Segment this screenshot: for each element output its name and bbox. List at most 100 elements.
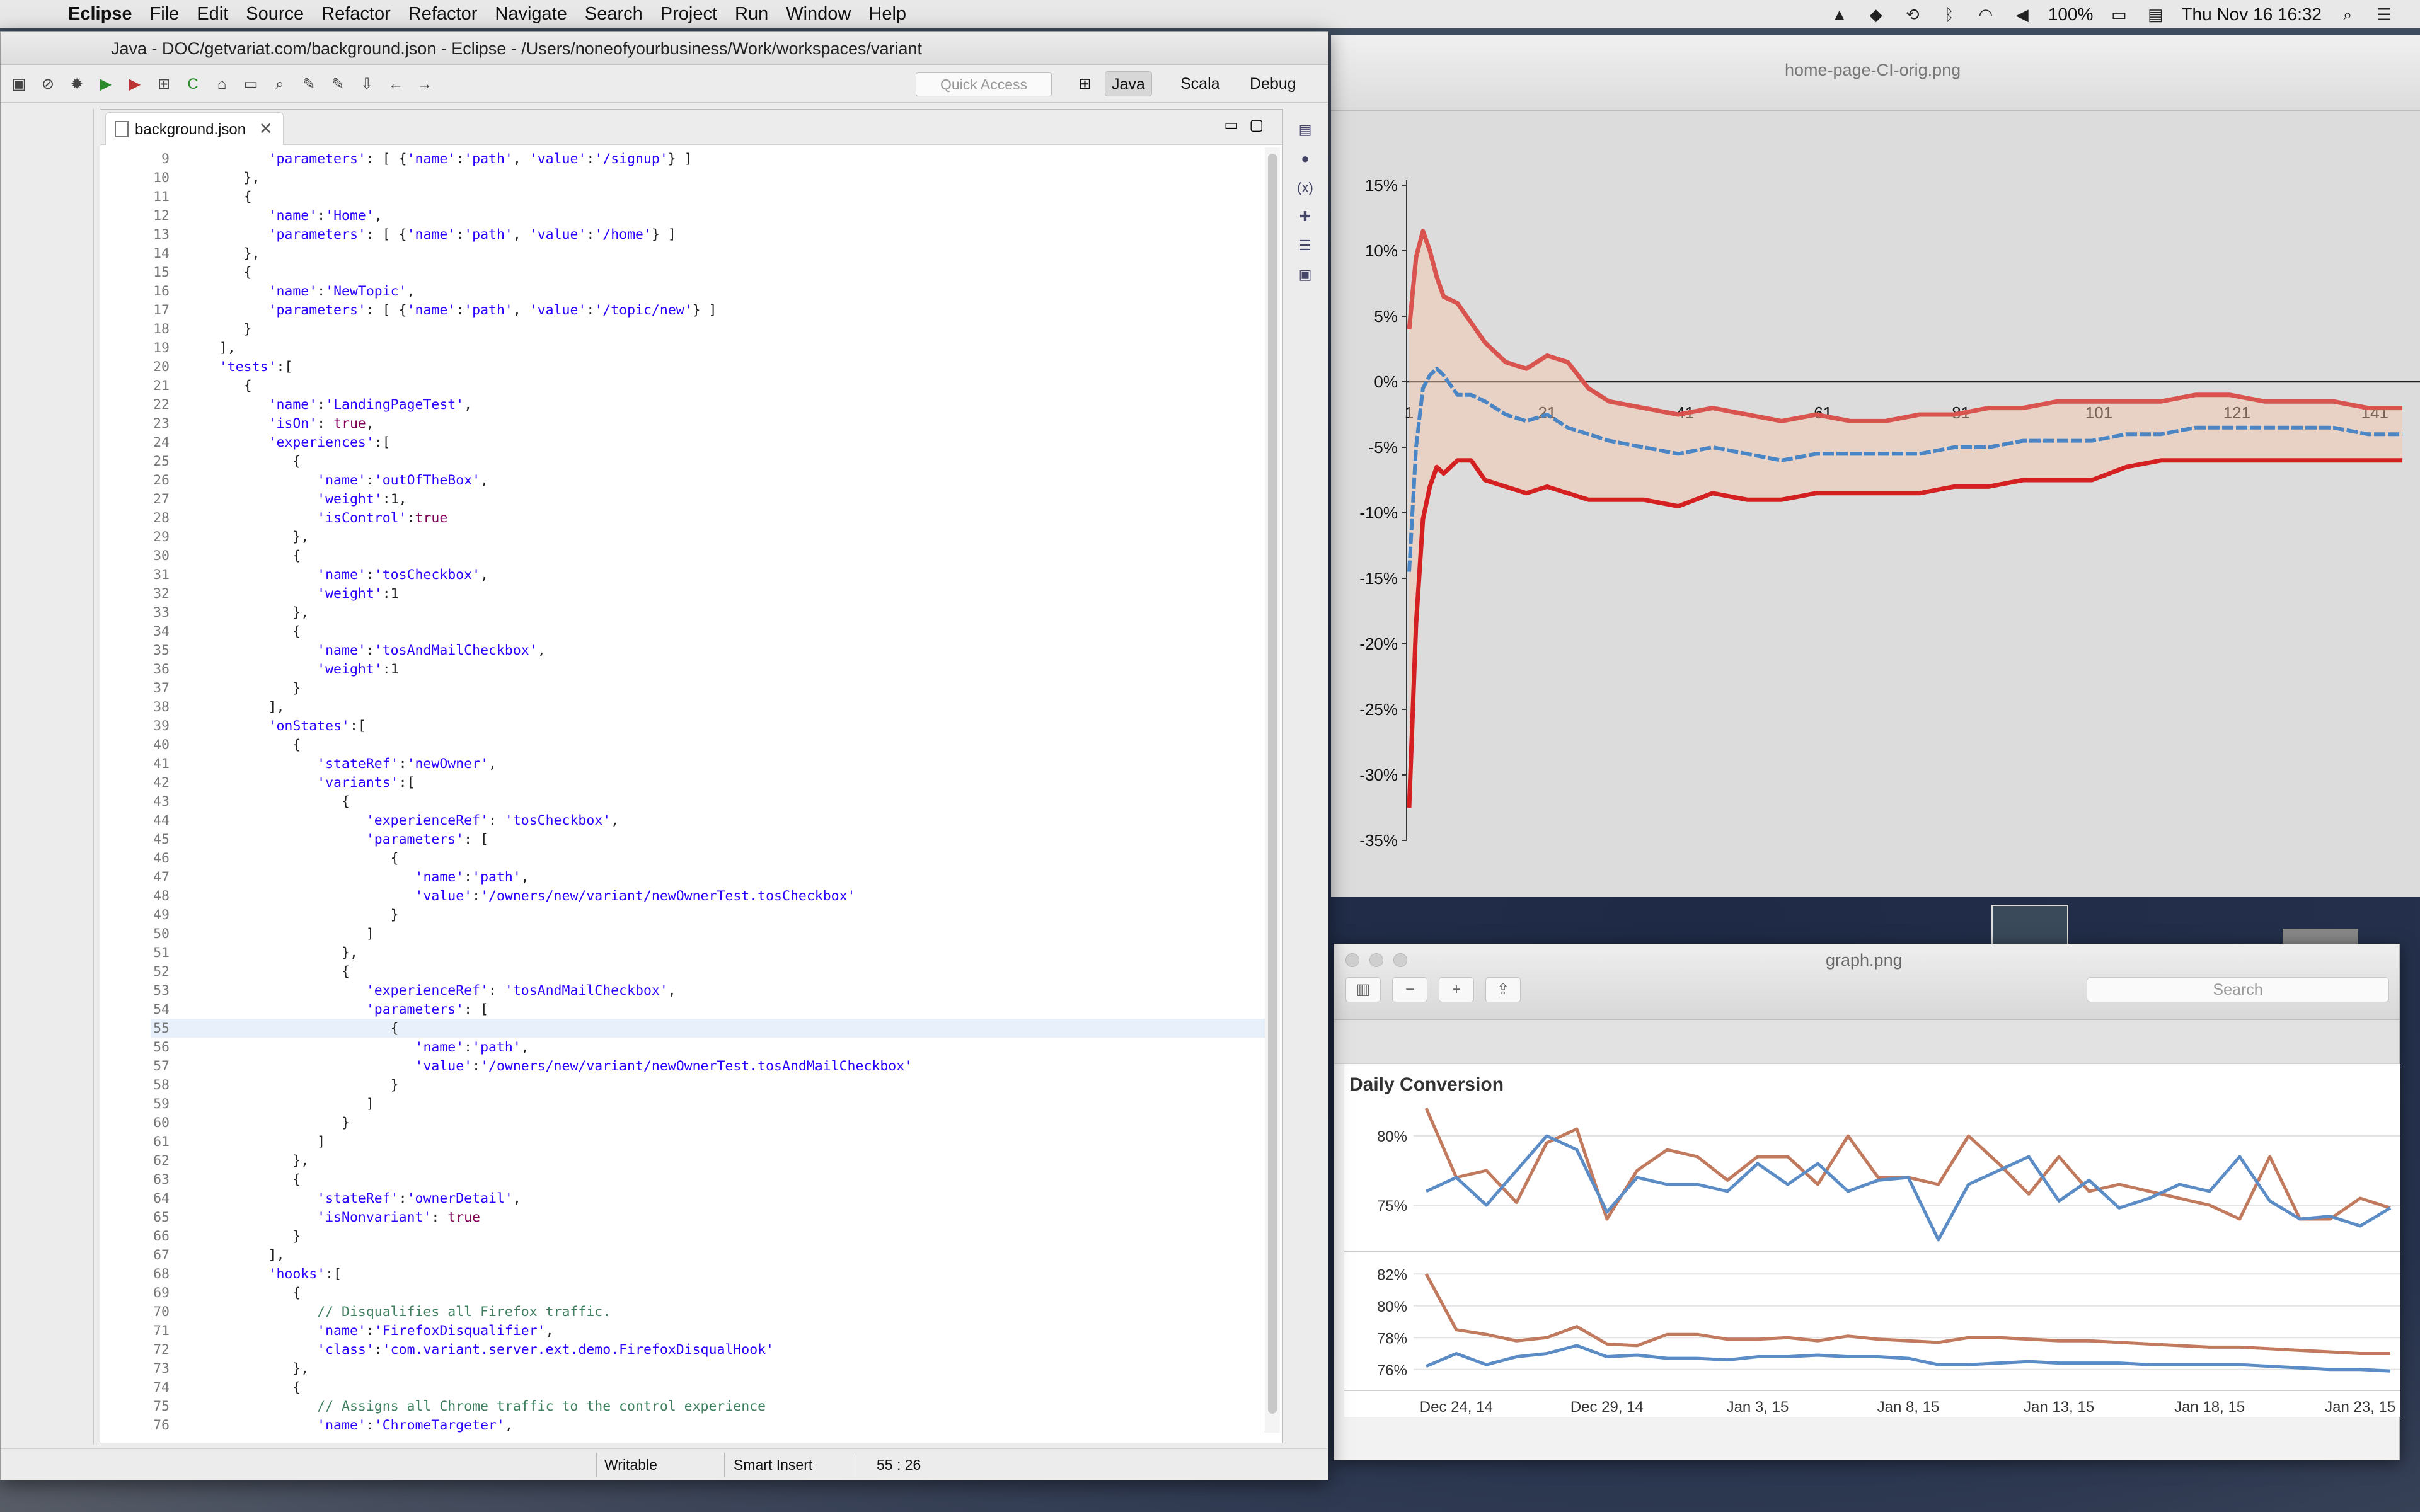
desktop-thumbnail[interactable] <box>1991 905 2068 946</box>
perspective-java[interactable]: Java <box>1105 71 1152 96</box>
open-folder-icon[interactable]: ▭ <box>240 74 262 95</box>
perspective-scala[interactable]: Scala <box>1174 71 1226 96</box>
console-icon[interactable]: ▣ <box>1294 266 1316 288</box>
code-line[interactable]: { <box>195 850 399 866</box>
annotation-icon[interactable]: ✎ <box>327 74 349 95</box>
bluetooth-icon[interactable]: ᛒ <box>1939 5 1960 24</box>
code-line[interactable]: { <box>195 794 350 810</box>
menu-source[interactable]: Source <box>246 4 304 25</box>
code-line[interactable]: 'parameters': [ <box>195 1002 488 1017</box>
preview-search-input[interactable]: Search <box>2087 977 2389 1002</box>
code-line[interactable]: ], <box>195 340 236 356</box>
code-line[interactable]: 'variants':[ <box>195 775 415 791</box>
restore-icon[interactable]: ▤ <box>1294 122 1316 143</box>
code-line[interactable]: 'value':'/owners/new/variant/newOwnerTes… <box>195 888 856 904</box>
breakpoints-icon[interactable]: ● <box>1294 151 1316 172</box>
skip-breakpoints-icon[interactable]: ⊘ <box>37 74 59 95</box>
preview2-filename[interactable]: graph.png <box>1826 951 1903 970</box>
menu-app-name[interactable]: Eclipse <box>68 4 132 25</box>
menu-search[interactable]: Search <box>585 4 643 25</box>
code-line[interactable]: 'experiences':[ <box>195 435 391 450</box>
code-line[interactable]: { <box>195 1172 301 1188</box>
code-line[interactable]: 'parameters': [ {'name':'path', 'value':… <box>195 227 676 243</box>
minimize-editor-icon[interactable]: ▭ <box>1224 116 1238 134</box>
sidebar-toggle-icon[interactable]: ▥ <box>1345 977 1381 1002</box>
code-line[interactable]: }, <box>195 170 260 186</box>
menu-file[interactable]: File <box>150 4 180 25</box>
code-line[interactable]: }, <box>195 246 260 261</box>
notification-center-icon[interactable]: ☰ <box>2373 5 2395 24</box>
zoom-in-icon[interactable]: + <box>1439 977 1474 1002</box>
new-icon[interactable]: ▣ <box>8 74 30 95</box>
code-line[interactable]: { <box>195 265 252 280</box>
editor-tab[interactable]: background.json ✕ <box>105 112 284 145</box>
new-java-package-icon[interactable]: ⊞ <box>153 74 175 95</box>
code-line[interactable]: } <box>195 1115 350 1131</box>
code-line[interactable]: 'name':'Home', <box>195 208 383 224</box>
code-line[interactable]: 'experienceRef': 'tosCheckbox', <box>195 813 619 828</box>
menu-window[interactable]: Window <box>786 4 851 25</box>
preview-filename[interactable]: home-page-CI-orig.png <box>1785 60 1961 80</box>
variables-icon[interactable]: (x) <box>1294 180 1316 201</box>
code-line[interactable]: ] <box>195 1134 325 1150</box>
close-tab-icon[interactable]: ✕ <box>259 119 273 138</box>
code-line[interactable]: ], <box>195 699 284 715</box>
code-line[interactable]: 'name':'FirefoxDisqualifier', <box>195 1323 553 1339</box>
code-line[interactable]: 'name':'NewTopic', <box>195 284 415 299</box>
code-line[interactable]: 'name':'path', <box>195 1040 529 1055</box>
menu-help[interactable]: Help <box>868 4 906 25</box>
code-line[interactable]: }, <box>195 529 309 545</box>
menu-clock[interactable]: Thu Nov 16 16:32 <box>2181 4 2322 25</box>
menu-refactor[interactable]: Refactor <box>321 4 391 25</box>
next-annotation-icon[interactable]: ⇩ <box>356 74 377 95</box>
code-line[interactable]: 'weight':1 <box>195 586 398 602</box>
code-line[interactable]: 'onStates':[ <box>195 718 366 734</box>
code-line[interactable]: 'isControl':true <box>195 510 447 526</box>
code-line[interactable]: 'name':'LandingPageTest', <box>195 397 473 413</box>
spotlight-icon[interactable]: ⌕ <box>2337 5 2358 24</box>
code-line[interactable]: 'weight':1, <box>195 491 406 507</box>
drive-icon[interactable]: ▲ <box>1829 5 1850 24</box>
edit-pen-icon[interactable]: ✎ <box>298 74 320 95</box>
code-line[interactable]: 'parameters': [ {'name':'path', 'value':… <box>195 302 717 318</box>
battery-percent[interactable]: 100% <box>2048 4 2094 25</box>
code-line[interactable]: 'parameters': [ <box>195 832 488 847</box>
volume-icon[interactable]: ◀ <box>2012 5 2033 24</box>
code-line[interactable]: { <box>195 737 301 753</box>
code-line[interactable]: }, <box>195 1153 309 1169</box>
perspective-debug[interactable]: Debug <box>1243 71 1303 96</box>
code-line[interactable]: 'isNonvariant': true <box>195 1210 480 1225</box>
zoom-button[interactable] <box>1393 953 1407 967</box>
battery-icon[interactable]: ▭ <box>2108 5 2129 24</box>
share-icon[interactable]: ⇪ <box>1485 977 1521 1002</box>
code-line[interactable]: } <box>195 1077 399 1093</box>
code-line[interactable]: // Assigns all Chrome traffic to the con… <box>195 1399 766 1414</box>
code-line[interactable]: { <box>195 964 350 980</box>
quick-access-input[interactable]: Quick Access <box>916 72 1052 96</box>
debug-icon[interactable]: ✹ <box>66 74 88 95</box>
code-line[interactable]: 'name':'path', <box>195 869 529 885</box>
run-external-icon[interactable]: ▶ <box>124 74 146 95</box>
code-line[interactable]: 'hooks':[ <box>195 1266 342 1282</box>
forward-icon[interactable]: → <box>414 74 435 95</box>
code-line[interactable]: 'name':'ChromeTargeter', <box>195 1418 513 1433</box>
close-button[interactable] <box>1345 953 1359 967</box>
new-class-icon[interactable]: C <box>182 74 204 95</box>
code-line[interactable]: } <box>195 680 301 696</box>
code-line[interactable]: { <box>195 1285 301 1301</box>
code-line[interactable]: 'stateRef':'newOwner', <box>195 756 497 772</box>
flag-icon[interactable]: ▤ <box>2145 5 2166 24</box>
code-line[interactable]: }, <box>195 605 309 621</box>
outline-icon[interactable]: ☰ <box>1294 238 1316 259</box>
desktop-thumbnail-2[interactable] <box>2283 929 2358 944</box>
menu-project[interactable]: Project <box>660 4 717 25</box>
editor-scrollbar[interactable] <box>1265 147 1280 1433</box>
search-icon[interactable]: ⌕ <box>269 74 291 95</box>
minimize-button[interactable] <box>1369 953 1383 967</box>
code-line[interactable]: 'class':'com.variant.server.ext.demo.Fir… <box>195 1342 774 1358</box>
code-line[interactable]: }, <box>195 945 358 961</box>
code-line[interactable]: { <box>195 548 301 564</box>
maximize-editor-icon[interactable]: ▢ <box>1249 116 1264 134</box>
code-line[interactable]: ] <box>195 926 374 942</box>
menu-refactor-2[interactable]: Refactor <box>408 4 478 25</box>
